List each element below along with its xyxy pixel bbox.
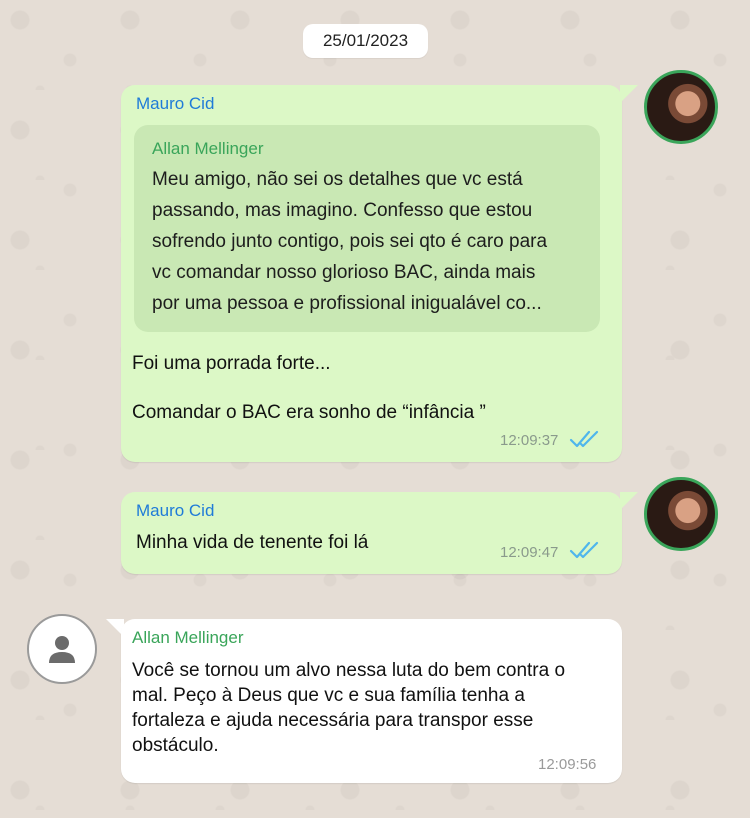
bubble-tail bbox=[620, 85, 638, 103]
message-text: Foi uma porrada forte... bbox=[132, 353, 331, 374]
default-avatar[interactable] bbox=[27, 614, 97, 684]
message-time: 12:09:56 bbox=[538, 756, 597, 773]
quoted-line: vc comandar nosso glorioso BAC, ainda ma… bbox=[152, 262, 536, 283]
quoted-text: Meu amigo, não sei os detalhes que vc es… bbox=[152, 164, 592, 319]
message-line: obstáculo. bbox=[132, 735, 219, 756]
quoted-line: sofrendo junto contigo, pois sei qto é c… bbox=[152, 231, 548, 252]
quoted-line: passando, mas imagino. Confesso que esto… bbox=[152, 200, 533, 221]
person-icon bbox=[49, 636, 75, 663]
message-time: 12:09:37 bbox=[500, 432, 559, 449]
message-time: 12:09:47 bbox=[500, 544, 559, 561]
message-line: fortaleza e ajuda necessária para transp… bbox=[132, 710, 534, 731]
date-chip: 25/01/2023 bbox=[303, 24, 428, 58]
message-sender: Mauro Cid bbox=[136, 501, 215, 520]
avatar[interactable] bbox=[644, 477, 718, 551]
quoted-line: por uma pessoa e profissional inigualáve… bbox=[152, 293, 542, 314]
message-sender: Allan Mellinger bbox=[132, 628, 244, 647]
message-text: Minha vida de tenente foi lá bbox=[136, 532, 369, 553]
message-text: Você se tornou um alvo nessa luta do bem… bbox=[132, 658, 612, 758]
message-sender: Mauro Cid bbox=[136, 94, 215, 113]
message-line: Você se tornou um alvo nessa luta do bem… bbox=[132, 660, 566, 681]
message-text: Comandar o BAC era sonho de “infância ” bbox=[132, 402, 486, 423]
read-ticks-icon bbox=[569, 430, 599, 448]
read-ticks-icon bbox=[569, 541, 599, 559]
quoted-line: Meu amigo, não sei os detalhes que vc es… bbox=[152, 169, 523, 190]
message-line: mal. Peço à Deus que vc e sua família te… bbox=[132, 685, 525, 706]
quoted-sender: Allan Mellinger bbox=[152, 139, 264, 158]
bubble-tail bbox=[620, 492, 638, 510]
avatar[interactable] bbox=[644, 70, 718, 144]
